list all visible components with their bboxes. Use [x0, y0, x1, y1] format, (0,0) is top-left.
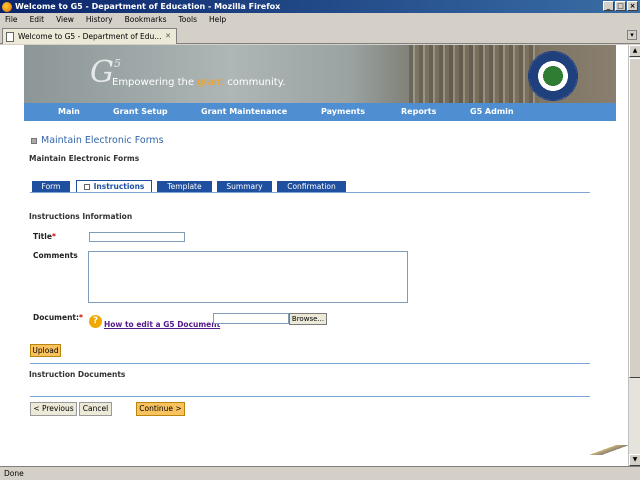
help-icon[interactable]: ?	[89, 315, 102, 328]
department-seal-icon	[528, 51, 578, 101]
page-viewport: G5 Empowering the grant community. Main …	[0, 45, 628, 466]
title-input[interactable]	[89, 232, 185, 242]
tab-page-icon	[83, 184, 90, 190]
title-label: Title*	[33, 232, 56, 241]
previous-button[interactable]: < Previous	[30, 402, 77, 416]
tab-close-icon[interactable]: ✕	[165, 32, 171, 40]
main-nav: Main Grant Setup Grant Maintenance Payme…	[24, 103, 616, 121]
nav-main[interactable]: Main	[58, 107, 80, 116]
tab-divider	[30, 192, 590, 193]
page-title-icon	[31, 138, 37, 144]
scroll-thumb[interactable]	[629, 58, 640, 378]
nav-reports[interactable]: Reports	[401, 107, 436, 116]
scroll-up-icon[interactable]: ▲	[629, 45, 640, 57]
tab-confirmation[interactable]: Confirmation	[277, 181, 346, 192]
page-icon	[6, 31, 14, 42]
vertical-scrollbar[interactable]: ▲ ▼	[628, 45, 640, 466]
menu-file[interactable]: File	[4, 15, 19, 24]
divider	[30, 363, 590, 364]
nav-grant-maintenance[interactable]: Grant Maintenance	[201, 107, 287, 116]
browse-button[interactable]: Browse...	[289, 313, 327, 325]
menu-history[interactable]: History	[85, 15, 114, 24]
bookshelf-image	[409, 45, 539, 103]
close-button[interactable]: ×	[627, 1, 638, 11]
upload-button[interactable]: Upload	[30, 344, 61, 357]
window-titlebar: Welcome to G5 - Department of Education …	[0, 0, 640, 13]
maximize-button[interactable]: □	[615, 1, 626, 11]
list-all-tabs-button[interactable]: ▾	[627, 30, 637, 40]
continue-button[interactable]: Continue >	[136, 402, 185, 416]
menu-edit[interactable]: Edit	[29, 15, 46, 24]
divider	[30, 396, 590, 397]
nav-grant-setup[interactable]: Grant Setup	[113, 107, 168, 116]
help-link[interactable]: How to edit a G5 Document	[104, 320, 220, 329]
page-title: Maintain Electronic Forms	[41, 135, 164, 146]
document-label: Document:*	[33, 313, 83, 322]
comments-textarea[interactable]	[88, 251, 408, 303]
tab-form[interactable]: Form	[32, 181, 70, 192]
status-bar: Done	[0, 466, 640, 480]
menu-bookmarks[interactable]: Bookmarks	[124, 15, 168, 24]
minimize-button[interactable]: _	[603, 1, 614, 11]
menu-bar: File Edit View History Bookmarks Tools H…	[0, 13, 640, 25]
footer-decoration	[590, 445, 628, 455]
window-title: Welcome to G5 - Department of Education …	[15, 2, 281, 11]
instructions-info-heading: Instructions Information	[29, 212, 133, 221]
g5-banner: G5 Empowering the grant community.	[24, 45, 616, 103]
scroll-down-icon[interactable]: ▼	[629, 454, 640, 466]
menu-tools[interactable]: Tools	[178, 15, 198, 24]
browser-tab-label: Welcome to G5 - Department of Edu...	[18, 32, 162, 41]
browser-tab[interactable]: Welcome to G5 - Department of Edu... ✕	[2, 28, 177, 44]
comments-label: Comments	[33, 251, 78, 260]
menu-view[interactable]: View	[55, 15, 75, 24]
tab-strip: Welcome to G5 - Department of Edu... ✕ ▾	[0, 26, 640, 44]
menu-help[interactable]: Help	[208, 15, 227, 24]
tab-summary[interactable]: Summary	[217, 181, 272, 192]
nav-g5-admin[interactable]: G5 Admin	[470, 107, 514, 116]
nav-payments[interactable]: Payments	[321, 107, 365, 116]
banner-tagline: Empowering the grant community.	[112, 77, 286, 88]
page-subtitle: Maintain Electronic Forms	[29, 154, 140, 163]
cancel-button[interactable]: Cancel	[79, 402, 112, 416]
document-file-input[interactable]	[213, 313, 289, 324]
tab-template[interactable]: Template	[157, 181, 212, 192]
instruction-documents-heading: Instruction Documents	[29, 370, 126, 379]
firefox-icon	[2, 1, 12, 12]
